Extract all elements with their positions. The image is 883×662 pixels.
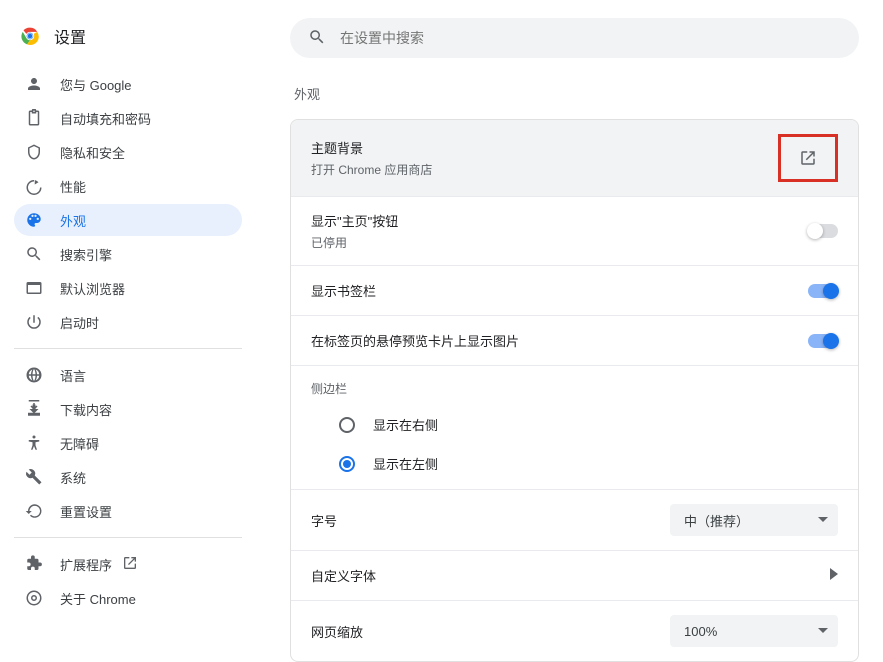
bookmarks-bar-row: 显示书签栏 [291, 266, 858, 316]
bookmarks-bar-toggle[interactable] [808, 284, 838, 298]
chevron-down-icon [818, 624, 828, 639]
nav-you-and-google[interactable]: 您与 Google [14, 68, 242, 100]
nav-label: 关于 Chrome [60, 589, 136, 608]
nav-label: 系统 [60, 468, 86, 487]
side-panel-right-option[interactable]: 显示在右侧 [291, 405, 858, 444]
sidebar: 设置 您与 Google 自动填充和密码 隐私和安全 性能 外观 搜索引擎 [0, 0, 250, 617]
page-zoom-row: 网页缩放 100% [291, 601, 858, 661]
tab-preview-row: 在标签页的悬停预览卡片上显示图片 [291, 316, 858, 366]
search-input[interactable] [340, 30, 841, 46]
accessibility-icon [24, 433, 44, 453]
search-icon [308, 28, 340, 49]
nav-label: 您与 Google [60, 75, 132, 94]
open-webstore-button[interactable] [778, 134, 838, 182]
chrome-logo-icon [20, 26, 40, 46]
row-title: 主题背景 [311, 138, 432, 157]
radio-label: 显示在右侧 [373, 415, 438, 434]
clipboard-icon [24, 108, 44, 128]
nav-system[interactable]: 系统 [14, 461, 242, 493]
nav-performance[interactable]: 性能 [14, 170, 242, 202]
divider [14, 348, 242, 349]
font-size-select[interactable]: 中（推荐） [670, 504, 838, 536]
row-title: 自定义字体 [311, 566, 376, 585]
row-subtitle: 打开 Chrome 应用商店 [311, 161, 432, 178]
custom-fonts-row[interactable]: 自定义字体 [291, 551, 858, 601]
main-content: 外观 主题背景 打开 Chrome 应用商店 显示"主页"按钮 已停用 [250, 0, 883, 617]
shield-icon [24, 142, 44, 162]
person-icon [24, 74, 44, 94]
divider [14, 537, 242, 538]
row-title: 网页缩放 [311, 622, 363, 641]
chrome-outline-icon [24, 588, 44, 608]
wrench-icon [24, 467, 44, 487]
search-box[interactable] [290, 18, 859, 58]
globe-icon [24, 365, 44, 385]
radio-checked-icon [339, 456, 355, 472]
settings-card: 主题背景 打开 Chrome 应用商店 显示"主页"按钮 已停用 显示书签栏 [290, 119, 859, 662]
nav-label: 隐私和安全 [60, 143, 125, 162]
nav-label: 启动时 [60, 313, 99, 332]
nav-label: 外观 [60, 211, 86, 230]
row-title: 字号 [311, 511, 337, 530]
theme-row[interactable]: 主题背景 打开 Chrome 应用商店 [291, 120, 858, 197]
nav-on-startup[interactable]: 启动时 [14, 306, 242, 338]
chevron-down-icon [818, 513, 828, 528]
home-button-row: 显示"主页"按钮 已停用 [291, 197, 858, 266]
open-in-new-icon [122, 555, 138, 574]
side-panel-header: 侧边栏 [291, 366, 858, 405]
section-title: 外观 [290, 84, 859, 103]
tab-preview-toggle[interactable] [808, 334, 838, 348]
row-subtitle: 已停用 [311, 234, 398, 251]
font-size-row: 字号 中（推荐） [291, 490, 858, 551]
home-button-toggle[interactable] [808, 224, 838, 238]
nav-label: 默认浏览器 [60, 279, 125, 298]
nav-privacy[interactable]: 隐私和安全 [14, 136, 242, 168]
select-value: 100% [684, 624, 717, 639]
nav-reset[interactable]: 重置设置 [14, 495, 242, 527]
power-icon [24, 312, 44, 332]
nav-about-chrome[interactable]: 关于 Chrome [14, 582, 242, 614]
page-zoom-select[interactable]: 100% [670, 615, 838, 647]
browser-icon [24, 278, 44, 298]
nav-label: 自动填充和密码 [60, 109, 151, 128]
nav-autofill[interactable]: 自动填充和密码 [14, 102, 242, 134]
nav-label: 扩展程序 [60, 555, 112, 574]
extension-icon [24, 554, 44, 574]
search-icon [24, 244, 44, 264]
open-in-new-icon [799, 149, 817, 167]
nav-accessibility[interactable]: 无障碍 [14, 427, 242, 459]
nav-appearance[interactable]: 外观 [14, 204, 242, 236]
nav-label: 搜索引擎 [60, 245, 112, 264]
row-title: 在标签页的悬停预览卡片上显示图片 [311, 331, 519, 350]
speedometer-icon [24, 176, 44, 196]
nav-label: 语言 [60, 366, 86, 385]
palette-icon [24, 210, 44, 230]
nav-label: 下载内容 [60, 400, 112, 419]
page-title: 设置 [54, 24, 86, 48]
nav-default-browser[interactable]: 默认浏览器 [14, 272, 242, 304]
radio-unchecked-icon [339, 417, 355, 433]
select-value: 中（推荐） [684, 511, 749, 530]
nav-languages[interactable]: 语言 [14, 359, 242, 391]
row-title: 显示书签栏 [311, 281, 376, 300]
side-panel-group: 侧边栏 显示在右侧 显示在左侧 [291, 366, 858, 490]
download-icon [24, 399, 44, 419]
nav-downloads[interactable]: 下载内容 [14, 393, 242, 425]
nav-extensions[interactable]: 扩展程序 [14, 548, 242, 580]
sidebar-header: 设置 [14, 16, 242, 68]
row-title: 显示"主页"按钮 [311, 211, 398, 230]
restore-icon [24, 501, 44, 521]
radio-label: 显示在左侧 [373, 454, 438, 473]
nav-label: 性能 [60, 177, 86, 196]
side-panel-left-option[interactable]: 显示在左侧 [291, 444, 858, 483]
chevron-right-icon [830, 568, 838, 583]
nav-label: 无障碍 [60, 434, 99, 453]
nav-search-engine[interactable]: 搜索引擎 [14, 238, 242, 270]
nav-label: 重置设置 [60, 502, 112, 521]
